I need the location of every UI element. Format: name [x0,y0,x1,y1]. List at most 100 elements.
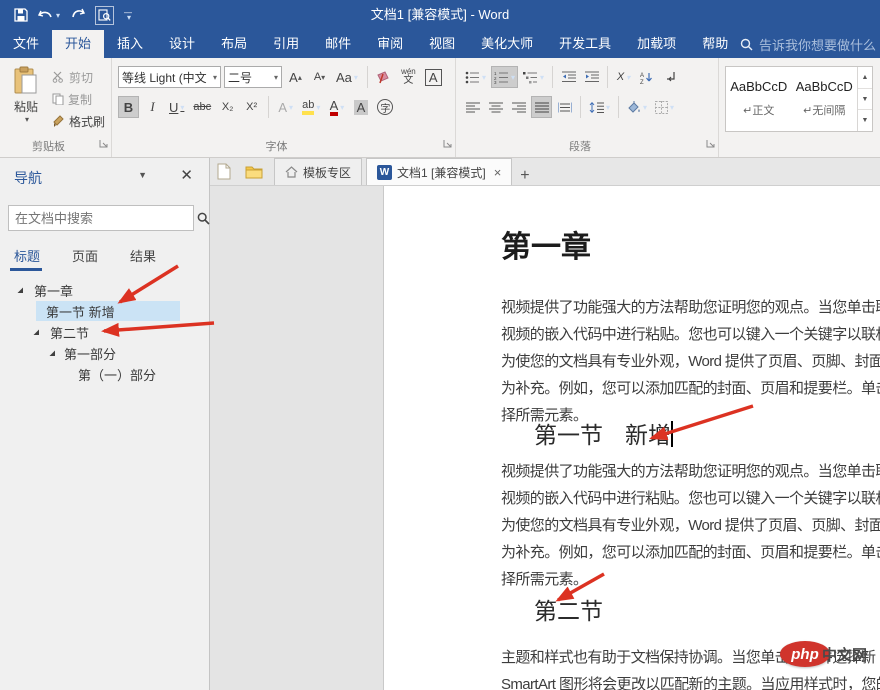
collapse-triangle-icon[interactable] [32,328,40,336]
strikethrough-button[interactable]: abc [190,96,214,118]
format-painter-button[interactable]: 格式刷 [52,112,105,130]
multilevel-list-button[interactable]: ▾ [520,66,547,88]
character-shading-button[interactable]: A [350,96,371,118]
tab-beautify[interactable]: 美化大师 [468,30,546,58]
navigation-options-icon[interactable]: ▼ [138,170,147,180]
tab-review[interactable]: 审阅 [364,30,416,58]
tab-developer[interactable]: 开发工具 [546,30,624,58]
styles-gallery: AaBbCcD ↵正文 AaBbCcD ↵无间隔 ▲ ▼ ▼ [725,66,873,132]
tab-template-zone[interactable]: 模板专区 [274,158,362,185]
tab-help[interactable]: 帮助 [689,30,741,58]
tab-insert[interactable]: 插入 [104,30,156,58]
align-right-button[interactable] [508,96,529,118]
shrink-font-button[interactable]: A▾ [309,66,330,88]
navigation-close-icon[interactable]: ✕ [180,166,193,184]
tree-item-chapter1[interactable]: 第一章 [0,280,209,301]
font-dialog-launcher[interactable] [443,135,452,153]
tree-item-part1-sub[interactable]: 第（一）部分 [0,364,209,385]
tab-document1[interactable]: W 文档1 [兼容模式] × [366,158,512,185]
justify-icon [535,102,549,113]
clear-format-button[interactable] [374,66,395,88]
tab-view[interactable]: 视图 [416,30,468,58]
numbered-list-icon: 123 [494,71,509,84]
increase-indent-button[interactable] [581,66,602,88]
phonetic-guide-button[interactable]: wén文 [398,66,419,88]
copy-button[interactable]: 复制 [52,90,105,108]
underline-button[interactable]: U▾ [166,96,187,118]
paragraph-dialog-launcher[interactable] [706,135,715,153]
asian-layout-button[interactable]: X▾ [613,66,634,88]
tree-item-part1[interactable]: 第一部分 [0,343,209,364]
tab-design[interactable]: 设计 [156,30,208,58]
customize-qat-icon[interactable]: —▾ [124,10,132,20]
dropdown-arrow-icon[interactable]: ▾ [56,11,60,20]
nav-tab-results[interactable]: 结果 [130,246,156,265]
bold-button[interactable]: B [118,96,139,118]
active-nav-tab-indicator [10,268,42,271]
distribute-button[interactable] [554,96,575,118]
grow-font-button[interactable]: A▴ [285,66,306,88]
line-spacing-button[interactable]: ▾ [586,96,613,118]
bullets-button[interactable]: ▾ [462,66,489,88]
paragraph-1: 视频提供了功能强大的方法帮助您证明您的观点。当您单击联机 视频的嵌入代码中进行粘… [501,294,880,429]
nav-tab-pages[interactable]: 页面 [72,246,98,265]
dropdown-arrow-icon: ▾ [316,103,320,112]
tab-addins[interactable]: 加载项 [624,30,689,58]
tab-home[interactable]: 开始 [52,30,104,58]
numbering-button[interactable]: 123▾ [491,66,518,88]
highlight-color-button[interactable]: ab▾ [299,96,323,118]
new-document-icon [217,163,231,180]
font-color-button[interactable]: A▾ [326,96,347,118]
decrease-indent-button[interactable] [558,66,579,88]
tree-item-section2[interactable]: 第二节 [0,322,209,343]
nav-tab-headings[interactable]: 标题 [14,246,40,265]
borders-button[interactable]: ▾ [652,96,677,118]
style-no-spacing[interactable]: AaBbCcD ↵无间隔 [791,67,856,131]
tab-file[interactable]: 文件 [0,30,52,58]
subscript-button[interactable]: X₂ [217,96,238,118]
justify-button[interactable] [531,96,552,118]
bullet-list-icon [465,71,480,84]
text-effects-button[interactable]: A▾ [275,96,296,118]
new-document-button[interactable] [210,158,238,185]
sort-button[interactable]: AZ [636,66,657,88]
search-input[interactable] [9,211,197,226]
styles-gallery-scrollbar[interactable]: ▲ ▼ ▼ [857,67,872,131]
italic-button[interactable]: I [142,96,163,118]
font-name-combo[interactable]: 等线 Light (中文▾ [118,66,221,88]
superscript-button[interactable]: X² [241,96,262,118]
navigation-search-box[interactable]: ▾ [8,205,194,231]
change-case-button[interactable]: Aa▾ [333,66,361,88]
close-tab-icon[interactable]: × [494,165,502,180]
tree-item-section1-selected[interactable]: 第一节 新增 [0,301,209,322]
tab-references[interactable]: 引用 [260,30,312,58]
align-left-button[interactable] [462,96,483,118]
dropdown-arrow-icon: ▾ [340,103,344,112]
align-center-button[interactable] [485,96,506,118]
search-icon [740,38,753,51]
pilcrow-icon: ↵ [803,105,812,117]
enclose-characters-button[interactable]: 字 [374,96,396,118]
shading-button[interactable]: ▾ [624,96,650,118]
show-marks-button[interactable] [659,66,680,88]
collapse-triangle-icon[interactable] [48,349,56,357]
dropdown-arrow-icon: ▾ [354,73,358,82]
undo-icon[interactable]: ▾ [38,9,60,22]
character-border-button[interactable]: A [422,66,445,88]
clipboard-dialog-launcher[interactable] [99,135,108,153]
add-tab-button[interactable]: + [512,167,537,185]
print-preview-icon[interactable] [95,6,114,25]
gallery-scroll-up-icon: ▲ [858,67,872,89]
save-icon[interactable] [14,8,28,22]
document-page[interactable]: 第一章 视频提供了功能强大的方法帮助您证明您的观点。当您单击联机 视频的嵌入代码… [383,186,880,690]
cut-button[interactable]: 剪切 [52,68,105,86]
open-folder-button[interactable] [238,158,270,185]
redo-icon[interactable] [70,8,85,22]
style-normal[interactable]: AaBbCcD ↵正文 [726,67,791,131]
font-size-combo[interactable]: 二号▾ [224,66,282,88]
document-canvas: 第一章 视频提供了功能强大的方法帮助您证明您的观点。当您单击联机 视频的嵌入代码… [210,186,880,690]
tab-mailings[interactable]: 邮件 [312,30,364,58]
tab-layout[interactable]: 布局 [208,30,260,58]
tell-me-box[interactable]: 告诉我你想要做什么 [740,30,876,58]
collapse-triangle-icon[interactable] [16,286,24,294]
